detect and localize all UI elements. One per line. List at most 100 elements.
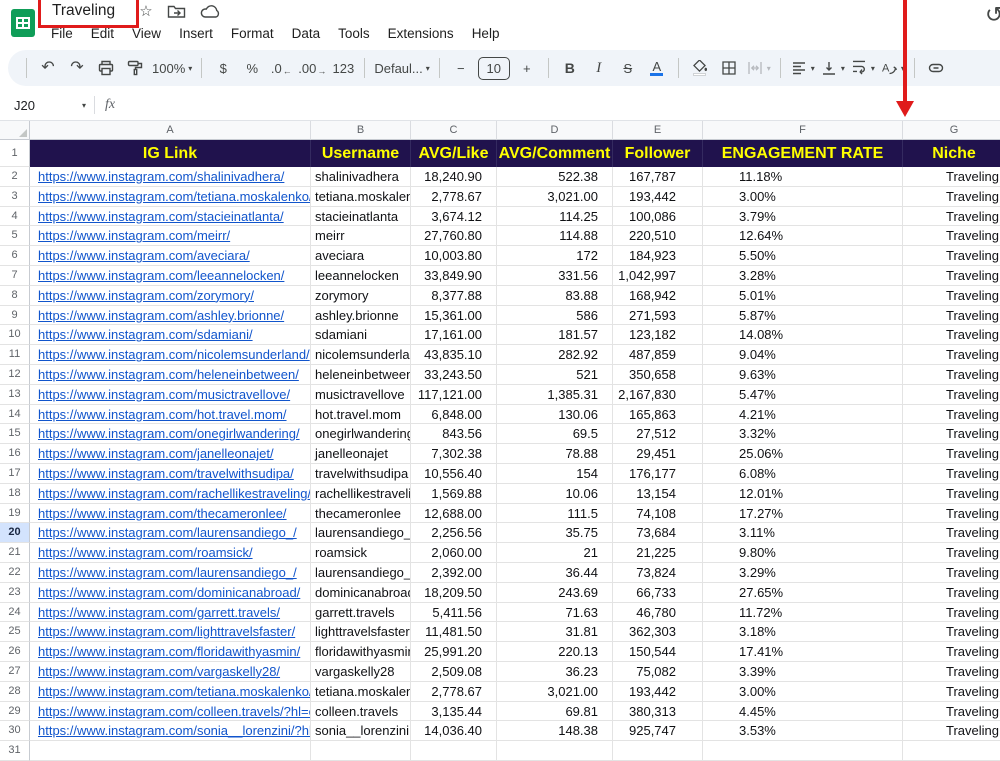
cell-engagement-rate[interactable]: 12.01% [703, 483, 903, 504]
cell-ig-link[interactable]: https://www.instagram.com/sonia__lorenzi… [30, 721, 311, 742]
cell-username[interactable]: travelwithsudipa [311, 463, 411, 484]
cell-avg-like[interactable]: 33,849.90 [411, 265, 497, 286]
column-header-C[interactable]: C [411, 121, 497, 140]
cell-follower[interactable]: 168,942 [613, 285, 703, 306]
cell-engagement-rate[interactable]: 4.21% [703, 404, 903, 425]
horizontal-align-button[interactable]: ▾ [790, 55, 815, 81]
cell-engagement-rate[interactable]: 12.64% [703, 226, 903, 247]
cell-avg-comment[interactable]: 31.81 [497, 622, 613, 643]
cell-niche[interactable]: Traveling [903, 504, 1000, 524]
cell-avg-like[interactable]: 17,161.00 [411, 325, 497, 346]
cell-avg-comment[interactable]: 181.57 [497, 325, 613, 346]
menu-extensions[interactable]: Extensions [379, 26, 463, 41]
name-box[interactable]: J20 ▾ [0, 98, 86, 113]
cell-niche[interactable]: Traveling [903, 365, 1000, 385]
cell-avg-comment[interactable]: 586 [497, 305, 613, 326]
cell-niche[interactable]: Traveling [903, 603, 1000, 623]
cell-follower[interactable]: 100,086 [613, 206, 703, 227]
cell-avg-comment[interactable]: 36.44 [497, 562, 613, 583]
cell-follower[interactable]: 13,154 [613, 483, 703, 504]
cell-avg-comment[interactable]: 111.5 [497, 503, 613, 524]
cell-avg-like[interactable]: 2,256.56 [411, 523, 497, 544]
insert-link-button[interactable] [924, 55, 948, 81]
cell-follower[interactable]: 167,787 [613, 167, 703, 187]
cell-avg-comment[interactable]: 148.38 [497, 721, 613, 742]
cell-avg-comment[interactable]: 1,385.31 [497, 384, 613, 405]
cell-niche[interactable]: Traveling [903, 622, 1000, 643]
cell-follower[interactable]: 271,593 [613, 305, 703, 326]
decrease-decimal-button[interactable]: .0 ← [269, 55, 293, 81]
cell-username[interactable]: thecameronlee [311, 503, 411, 524]
cell-engagement-rate[interactable]: 3.28% [703, 265, 903, 286]
cell-engagement-rate[interactable]: 3.79% [703, 206, 903, 227]
cell-ig-link[interactable]: https://www.instagram.com/stacieinatlant… [30, 206, 311, 227]
cell-avg-like[interactable]: 12,688.00 [411, 503, 497, 524]
decrease-font-size-button[interactable]: − [449, 55, 473, 81]
cell-avg-comment[interactable]: 522.38 [497, 167, 613, 187]
formula-input[interactable] [127, 90, 1000, 120]
cell-ig-link[interactable]: https://www.instagram.com/aveciara/ [30, 246, 311, 266]
cell-niche[interactable]: Traveling [903, 662, 1000, 682]
row-header-24[interactable]: 24 [0, 602, 30, 623]
cell-follower[interactable]: 21,225 [613, 543, 703, 563]
cell[interactable] [311, 741, 411, 761]
cell[interactable] [30, 741, 311, 761]
cell-niche[interactable]: Traveling [903, 345, 1000, 365]
cell-avg-comment[interactable]: 114.25 [497, 206, 613, 227]
cell-avg-comment[interactable]: 220.13 [497, 642, 613, 662]
cell-engagement-rate[interactable]: 11.72% [703, 602, 903, 623]
row-header-8[interactable]: 8 [0, 285, 30, 306]
cell-username[interactable]: lighttravelsfaster [311, 622, 411, 643]
cell-niche[interactable]: Traveling [903, 523, 1000, 544]
cell-niche[interactable]: Traveling [903, 563, 1000, 583]
cell-niche[interactable]: Traveling [903, 642, 1000, 662]
header-cell[interactable]: AVG/Like [411, 140, 497, 167]
cell-ig-link[interactable]: https://www.instagram.com/nicolemsunderl… [30, 345, 311, 365]
cell-username[interactable]: meirr [311, 226, 411, 247]
format-percent-button[interactable]: % [240, 55, 264, 81]
cell-engagement-rate[interactable]: 3.00% [703, 186, 903, 207]
cell-avg-comment[interactable]: 3,021.00 [497, 186, 613, 207]
cell-niche[interactable]: Traveling [903, 543, 1000, 563]
cell-avg-like[interactable]: 3,135.44 [411, 701, 497, 722]
cell-username[interactable]: floridawithyasmin [311, 642, 411, 662]
column-header-A[interactable]: A [30, 121, 311, 140]
cell-avg-like[interactable]: 15,361.00 [411, 305, 497, 326]
cell-engagement-rate[interactable]: 4.45% [703, 701, 903, 722]
cell-niche[interactable]: Traveling [903, 246, 1000, 266]
cell-follower[interactable]: 925,747 [613, 721, 703, 742]
cell-follower[interactable]: 29,451 [613, 444, 703, 464]
menu-tools[interactable]: Tools [329, 26, 379, 41]
cell-engagement-rate[interactable]: 17.27% [703, 503, 903, 524]
cell[interactable] [497, 741, 613, 761]
cell-avg-like[interactable]: 10,556.40 [411, 463, 497, 484]
cell-avg-comment[interactable]: 282.92 [497, 345, 613, 365]
cell-username[interactable]: tetiana.moskalenko [311, 681, 411, 702]
cell-avg-like[interactable]: 25,991.20 [411, 642, 497, 662]
cell-follower[interactable]: 350,658 [613, 364, 703, 385]
cell-niche[interactable]: Traveling [903, 306, 1000, 326]
cell-ig-link[interactable]: https://www.instagram.com/garrett.travel… [30, 602, 311, 623]
cell-ig-link[interactable]: https://www.instagram.com/shalinivadhera… [30, 167, 311, 187]
cell-engagement-rate[interactable]: 9.80% [703, 543, 903, 563]
column-header-E[interactable]: E [613, 121, 703, 140]
cell-ig-link[interactable]: https://www.instagram.com/dominicanabroa… [30, 582, 311, 603]
italic-button[interactable]: I [587, 55, 611, 81]
cell-username[interactable]: zorymory [311, 285, 411, 306]
cell-avg-like[interactable]: 18,240.90 [411, 167, 497, 187]
menu-help[interactable]: Help [463, 26, 509, 41]
cell-username[interactable]: colleen.travels [311, 701, 411, 722]
row-header-21[interactable]: 21 [0, 543, 30, 563]
cell-niche[interactable]: Traveling [903, 167, 1000, 187]
row-header-4[interactable]: 4 [0, 206, 30, 227]
cell-ig-link[interactable]: https://www.instagram.com/travelwithsudi… [30, 463, 311, 484]
cell-avg-like[interactable]: 11,481.50 [411, 622, 497, 643]
row-header-14[interactable]: 14 [0, 404, 30, 425]
redo-button[interactable]: ↷ [65, 55, 89, 81]
cell-avg-like[interactable]: 43,835.10 [411, 345, 497, 365]
cell-follower[interactable]: 1,042,997 [613, 265, 703, 286]
cell-ig-link[interactable]: https://www.instagram.com/thecameronlee/ [30, 503, 311, 524]
cell-avg-comment[interactable]: 35.75 [497, 523, 613, 544]
cell-engagement-rate[interactable]: 3.18% [703, 622, 903, 643]
cell-follower[interactable]: 362,303 [613, 622, 703, 643]
